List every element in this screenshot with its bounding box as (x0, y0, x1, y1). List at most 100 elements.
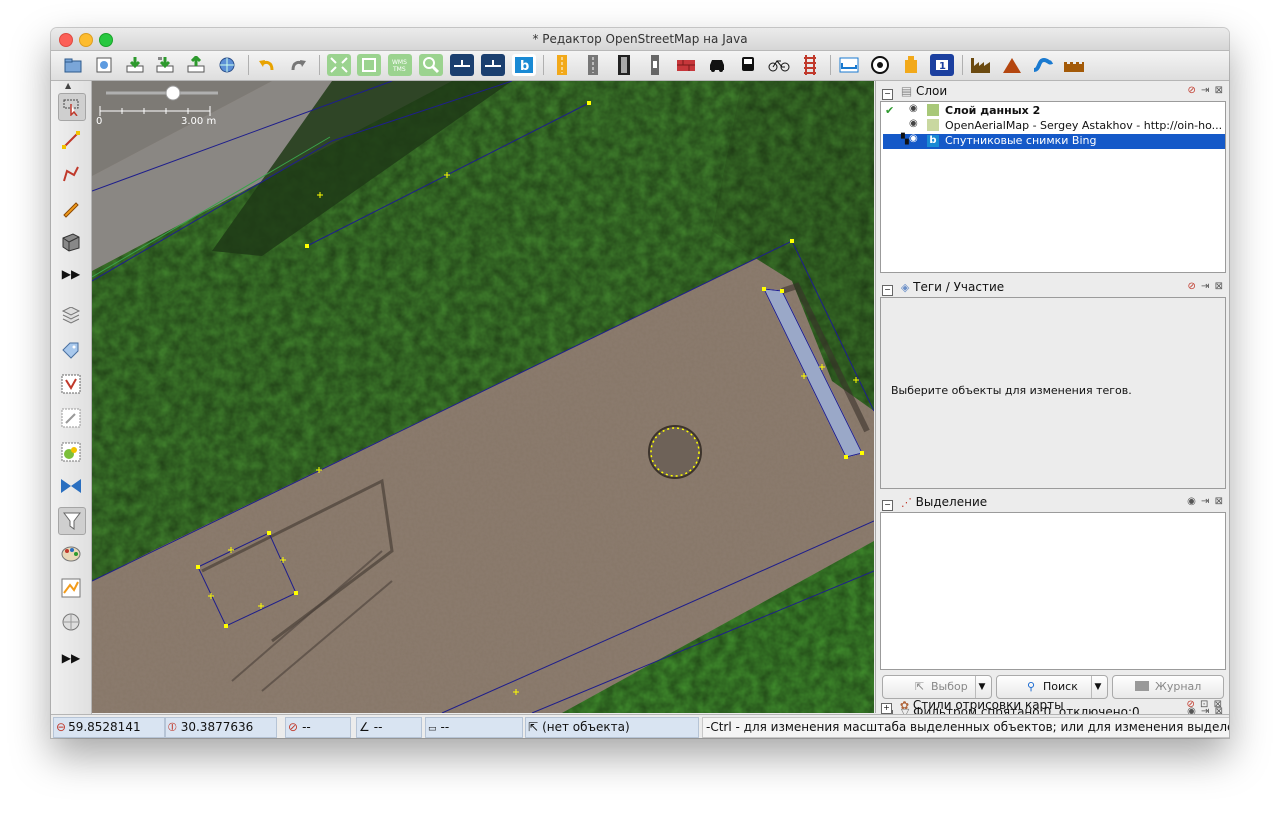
maximize-window-button[interactable] (99, 33, 113, 47)
history-button[interactable]: Журнал (1112, 675, 1224, 699)
hotel-bed-icon[interactable] (837, 54, 861, 76)
select-cursor-icon: ⇱ (528, 720, 539, 734)
barrier-wall-icon[interactable] (674, 54, 698, 76)
validator-icon[interactable] (58, 473, 84, 499)
longitude-field: ⦶ 30.3877636 (165, 717, 277, 738)
highway-primary-icon[interactable] (550, 54, 574, 76)
collapse-icon[interactable]: − (882, 285, 893, 296)
window-title: * Редактор OpenStreetMap на Java (532, 32, 748, 46)
bing-icon[interactable]: b (512, 54, 536, 76)
redo-icon[interactable] (286, 54, 310, 76)
amenity-icon[interactable] (899, 54, 923, 76)
aerial-imagery (92, 81, 874, 713)
industrial-icon[interactable] (969, 54, 993, 76)
minimize-window-button[interactable] (79, 33, 93, 47)
visibility-eye-icon[interactable]: ◉ (909, 103, 918, 114)
selection-panel-header[interactable]: − ⋰ Выделение ◉ ⇥ ⊠ (880, 493, 1226, 511)
relation-icon[interactable] (58, 371, 84, 397)
chevron-down-icon[interactable]: ▼ (1091, 676, 1104, 698)
title-bar: * Редактор OpenStreetMap на Java (51, 28, 1229, 51)
football-icon[interactable] (868, 54, 892, 76)
upload-icon[interactable] (184, 54, 208, 76)
map-paint-icon[interactable] (58, 405, 84, 431)
visibility-eye-icon[interactable]: ◉ (909, 118, 918, 129)
car-icon[interactable] (705, 54, 729, 76)
select-button[interactable]: ⇱ Выбор ▼ (882, 675, 992, 699)
panel-controls-icon[interactable]: ⊘ ⇥ ⊠ (1187, 82, 1224, 100)
globe-settings-icon[interactable] (58, 609, 84, 635)
undo-icon[interactable] (255, 54, 279, 76)
search-button[interactable]: ⚲ Поиск ▼ (996, 675, 1108, 699)
select-mode-icon[interactable] (58, 93, 86, 121)
open-file-icon[interactable] (61, 54, 85, 76)
svg-text:WMS: WMS (392, 59, 407, 66)
tags-panel-header[interactable]: − ◈ Теги / Участие ⊘ ⇥ ⊠ (880, 278, 1226, 296)
right-panels: − ▤ Слои ⊘ ⇥ ⊠ ✔ ◉ Слой данных 2 ◉ OpenA… (875, 81, 1229, 721)
angle-icon: ∠ (359, 720, 370, 734)
layers-panel-header[interactable]: − ▤ Слои ⊘ ⇥ ⊠ (880, 82, 1226, 100)
highway-service-icon[interactable] (643, 54, 667, 76)
scroll-up-icon[interactable]: ▲ (65, 81, 71, 90)
expand-icon[interactable]: + (881, 703, 892, 714)
draw-line-icon[interactable] (58, 127, 84, 153)
latitude-field: ⊖ 59.8528141 (53, 717, 165, 738)
zoom-to-data-icon[interactable] (327, 54, 351, 76)
svg-text:1: 1 (939, 61, 946, 72)
object-field: ⇱ (нет объекта) (525, 717, 699, 738)
active-layer-indicator-icon: ▚ (901, 134, 909, 145)
panel-controls-icon[interactable]: ◉ ⇥ ⊠ (1187, 493, 1224, 511)
ruler-icon: ▭ (428, 724, 437, 734)
download-along-icon[interactable] (357, 54, 381, 76)
status-bar: ⊖ 59.8528141 ⦶ 30.3877636 ⊘ -- ∠ -- ▭ -- ⇱ (не… (51, 714, 1229, 738)
close-window-button[interactable] (59, 33, 73, 47)
open-location-icon[interactable] (92, 54, 116, 76)
map-view[interactable]: 0 3.00 m (92, 81, 874, 713)
road-icon[interactable] (450, 54, 474, 76)
wms-tms-icon[interactable]: WMS TMS (388, 54, 412, 76)
panel-controls-icon[interactable]: ⊘ ⊡ ⊠ (1186, 697, 1223, 713)
search-icon[interactable] (419, 54, 443, 76)
tag-icon[interactable] (58, 337, 84, 363)
filter-icon[interactable] (58, 507, 86, 535)
pencil-icon[interactable] (58, 195, 84, 221)
information-icon[interactable]: 1 (930, 54, 954, 76)
chevron-down-icon[interactable]: ▼ (975, 676, 988, 698)
map-view-icon[interactable] (58, 575, 84, 601)
visibility-eye-icon[interactable]: ◉ (909, 133, 918, 144)
highway-secondary-icon[interactable] (581, 54, 605, 76)
road-junction-icon[interactable] (481, 54, 505, 76)
length-field: ▭ -- (425, 717, 523, 738)
mountain-peak-icon[interactable] (1000, 54, 1024, 76)
panel-controls-icon[interactable]: ⊘ ⇥ ⊠ (1187, 278, 1224, 296)
styles-panel-header[interactable]: + ✿ Стили отрисовки карты ⊘ ⊡ ⊠ (879, 697, 1225, 714)
active-check-icon: ✔ (885, 104, 895, 117)
download-icon[interactable] (123, 54, 147, 76)
palette-icon: ✿ (899, 699, 910, 712)
download-data-icon[interactable] (153, 54, 177, 76)
preferences-globe-icon[interactable] (215, 54, 239, 76)
river-icon[interactable] (1031, 54, 1055, 76)
heading-icon: ⊘ (288, 720, 299, 734)
layer-row-selected[interactable]: ▚ ◉ b Спутниковые снимки Bing (883, 133, 1225, 149)
layer-row[interactable]: ✔ ◉ Слой данных 2 (883, 103, 1221, 118)
highway-track-icon[interactable] (612, 54, 636, 76)
tag-icon: ◈ (900, 281, 910, 294)
bicycle-icon[interactable] (767, 54, 791, 76)
photo-layer-icon[interactable] (58, 439, 84, 465)
palette-icon[interactable] (58, 541, 84, 567)
bus-icon[interactable] (736, 54, 760, 76)
scale-label-left: 0 (96, 116, 103, 127)
railway-icon[interactable] (798, 54, 822, 76)
collapse-icon[interactable]: − (882, 89, 893, 100)
layers-icon[interactable] (58, 303, 84, 329)
collapse-icon[interactable]: − (882, 500, 893, 511)
more-panels-icon[interactable]: ▶▶ (58, 645, 84, 671)
data-layer-icon (927, 104, 939, 116)
more-modes-icon[interactable]: ▶▶ (58, 261, 84, 287)
building-icon[interactable] (58, 229, 84, 255)
mode-toolbar: ▲ ▶▶ ▶▶ ▼ (51, 81, 92, 737)
layer-row[interactable]: ◉ OpenAerialMap - Sergey Astakhov - http… (883, 118, 1222, 133)
selection-list[interactable] (880, 512, 1226, 670)
draw-polyline-icon[interactable] (58, 161, 84, 187)
castle-icon[interactable] (1062, 54, 1086, 76)
